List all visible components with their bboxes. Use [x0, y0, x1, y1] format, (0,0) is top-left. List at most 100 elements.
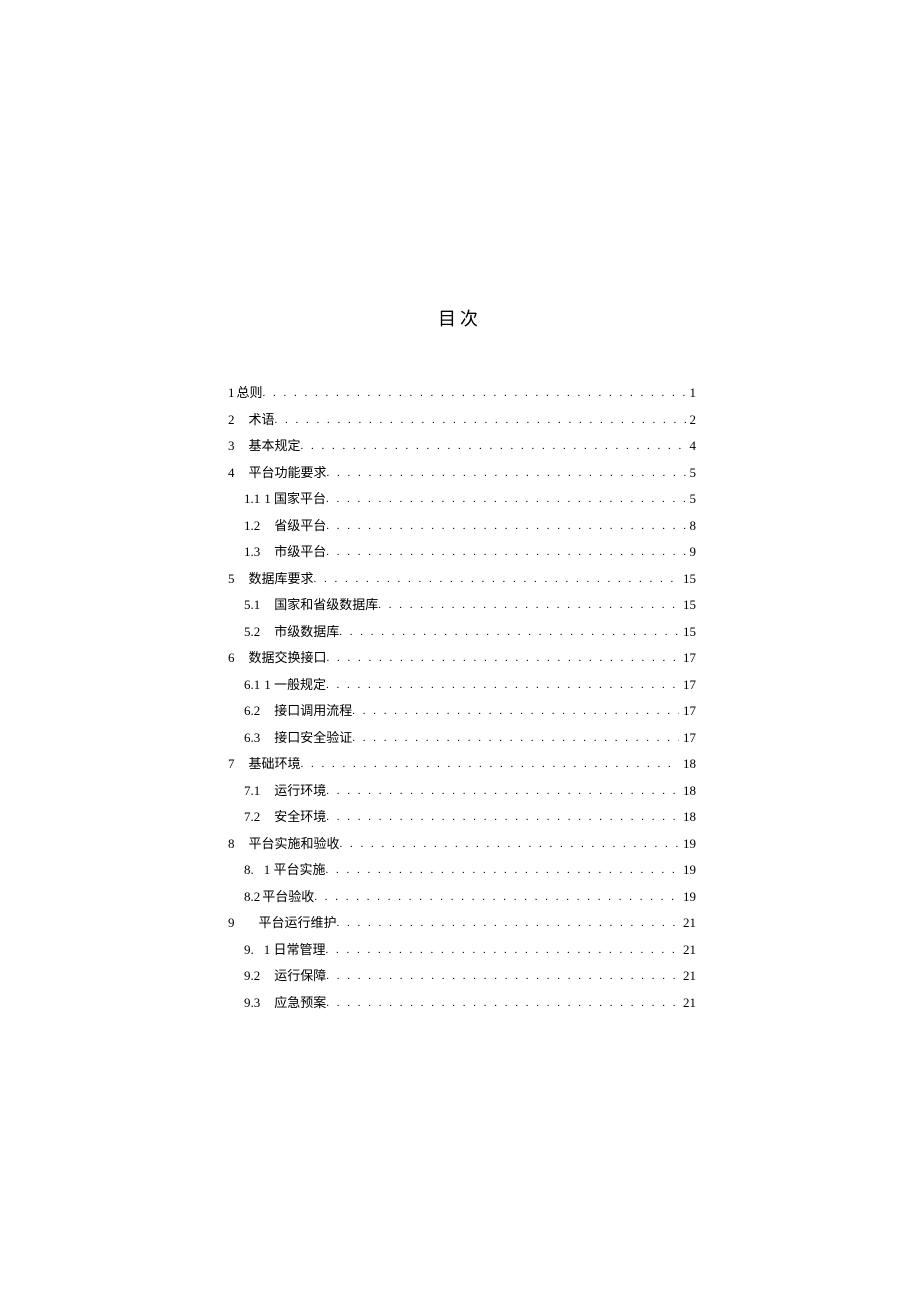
- toc-entry-number: 9.2: [244, 969, 260, 982]
- toc-entry-label: 接口调用流程: [274, 704, 352, 717]
- toc-entry-page: 5: [686, 466, 697, 479]
- toc-entry: 8. 1 平台实施 19: [228, 863, 696, 877]
- toc-entry-number: 6: [228, 651, 235, 664]
- toc-entry-label: 市级平台: [274, 545, 326, 558]
- toc-entry-page: 17: [679, 704, 696, 717]
- toc-entry-label: 安全环境: [274, 810, 326, 823]
- toc-entry-page: 17: [679, 651, 696, 664]
- toc-entry-number: 6.1: [244, 678, 260, 691]
- toc-entry-page: 1: [686, 386, 697, 399]
- toc-entry: 7基础环境18: [228, 757, 696, 771]
- toc-entry-number: 7: [228, 757, 235, 770]
- toc-entry-page: 5: [686, 492, 697, 505]
- toc-entry-page: 19: [679, 863, 696, 876]
- toc-leader-dots: [327, 653, 679, 664]
- toc-entry-label: 市级数据库: [274, 625, 339, 638]
- toc-entry: 8.2平台验收 19: [228, 890, 696, 904]
- toc-entry-number: 3: [228, 439, 235, 452]
- toc-entry-page: 17: [679, 678, 696, 691]
- toc-entry-number: 7.2: [244, 810, 260, 823]
- toc-entry-page: 21: [679, 916, 696, 929]
- toc-entry: 9平台运行维护21: [228, 916, 696, 930]
- toc-entry-number: 4: [228, 466, 235, 479]
- toc-entry-page: 17: [679, 731, 696, 744]
- toc-entry: 3基本规定4: [228, 439, 696, 453]
- toc-leader-dots: [314, 892, 679, 903]
- toc-entry: 7.1运行环境18: [228, 784, 696, 798]
- toc-leader-dots: [352, 733, 679, 744]
- toc-entry: 1.11 国家平台5: [228, 492, 696, 506]
- toc-leader-dots: [326, 998, 679, 1009]
- toc-entry-number: 8: [228, 837, 235, 850]
- toc-entry-page: 21: [679, 996, 696, 1009]
- toc-entry-page: 19: [679, 890, 696, 903]
- toc-entry-label: 平台验收: [262, 890, 314, 903]
- toc-leader-dots: [326, 865, 679, 876]
- toc-entry-label: 基本规定: [249, 439, 301, 452]
- toc-entry-page: 15: [679, 625, 696, 638]
- toc-leader-dots: [326, 812, 679, 823]
- toc-leader-dots: [326, 494, 685, 505]
- toc-leader-dots: [301, 441, 686, 452]
- toc-entry: 6.1 1 一般规定 17: [228, 678, 696, 692]
- toc-entry-number: 9.3: [244, 996, 260, 1009]
- toc-entry-number: 5.2: [244, 625, 260, 638]
- toc-entry-label: 1 平台实施: [264, 863, 326, 876]
- toc-leader-dots: [340, 839, 679, 850]
- toc-entry-label: 运行保障: [274, 969, 326, 982]
- toc-entry-page: 21: [679, 969, 696, 982]
- toc-entry-page: 18: [679, 810, 696, 823]
- toc-entry-label: 平台功能要求: [249, 466, 327, 479]
- toc-entry: 5.2 市级数据库 15: [228, 625, 696, 639]
- toc-entry-number: 1: [228, 386, 235, 399]
- toc-entry-label: 1 日常管理: [264, 943, 326, 956]
- toc-entry-number: 8.: [244, 863, 254, 876]
- toc-entry-page: 15: [679, 572, 696, 585]
- toc-leader-dots: [275, 415, 686, 426]
- toc-entry-number: 5.1: [244, 598, 260, 611]
- toc-leader-dots: [378, 600, 679, 611]
- toc-entry-page: 18: [679, 757, 696, 770]
- toc-leader-dots: [263, 388, 686, 399]
- toc-entry-number: 9.: [244, 943, 254, 956]
- toc-leader-dots: [339, 627, 679, 638]
- toc-entry-label: 1 国家平台: [264, 492, 326, 505]
- toc-title: 目次: [0, 305, 920, 331]
- toc-leader-dots: [326, 521, 685, 532]
- toc-leader-dots: [326, 945, 679, 956]
- toc-entry-label: 数据交换接口: [249, 651, 327, 664]
- toc-entry-label: 省级平台: [274, 519, 326, 532]
- toc-leader-dots: [326, 786, 679, 797]
- toc-entry-label: 应急预案: [274, 996, 326, 1009]
- toc-entry: 1.2省级平台8: [228, 519, 696, 533]
- toc-leader-dots: [326, 680, 679, 691]
- toc-entry: 9.3 应急预案 21: [228, 996, 696, 1010]
- toc-leader-dots: [314, 574, 679, 585]
- toc-entry-number: 7.1: [244, 784, 260, 797]
- toc-entry: 6.2 接口调用流程 17: [228, 704, 696, 718]
- toc-entry-label: 总则: [237, 386, 263, 399]
- toc-entry: 8平台实施和验收19: [228, 837, 696, 851]
- toc-entry-number: 5: [228, 572, 235, 585]
- toc-entry: 1.3市级平台9: [228, 545, 696, 559]
- toc-entry-label: 运行环境: [274, 784, 326, 797]
- toc-entry-label: 平台运行维护: [259, 916, 337, 929]
- toc-entry-label: 接口安全验证: [274, 731, 352, 744]
- toc-entry-page: 15: [679, 598, 696, 611]
- toc-entry: 5.1国家和省级数据库15: [228, 598, 696, 612]
- toc-entry: 1总则1: [228, 386, 696, 400]
- toc-entry-number: 6.3: [244, 731, 260, 744]
- toc-entry-number: 2: [228, 413, 235, 426]
- toc-entry-number: 8.2: [244, 890, 260, 903]
- toc-entry-label: 1 一般规定: [264, 678, 326, 691]
- toc-entry-number: 1.2: [244, 519, 260, 532]
- toc-entry: 9.2 运行保障 21: [228, 969, 696, 983]
- toc-entry: 6.3 接口安全验证 17: [228, 731, 696, 745]
- toc-entry-number: 6.2: [244, 704, 260, 717]
- toc-leader-dots: [301, 759, 679, 770]
- toc-leader-dots: [326, 547, 685, 558]
- toc-entry: 6 数据交换接口 17: [228, 651, 696, 665]
- toc-leader-dots: [337, 918, 679, 929]
- table-of-contents: 1总则12术语23基本规定44平台功能要求51.11 国家平台51.2省级平台8…: [228, 386, 696, 1010]
- toc-entry-label: 数据库要求: [249, 572, 314, 585]
